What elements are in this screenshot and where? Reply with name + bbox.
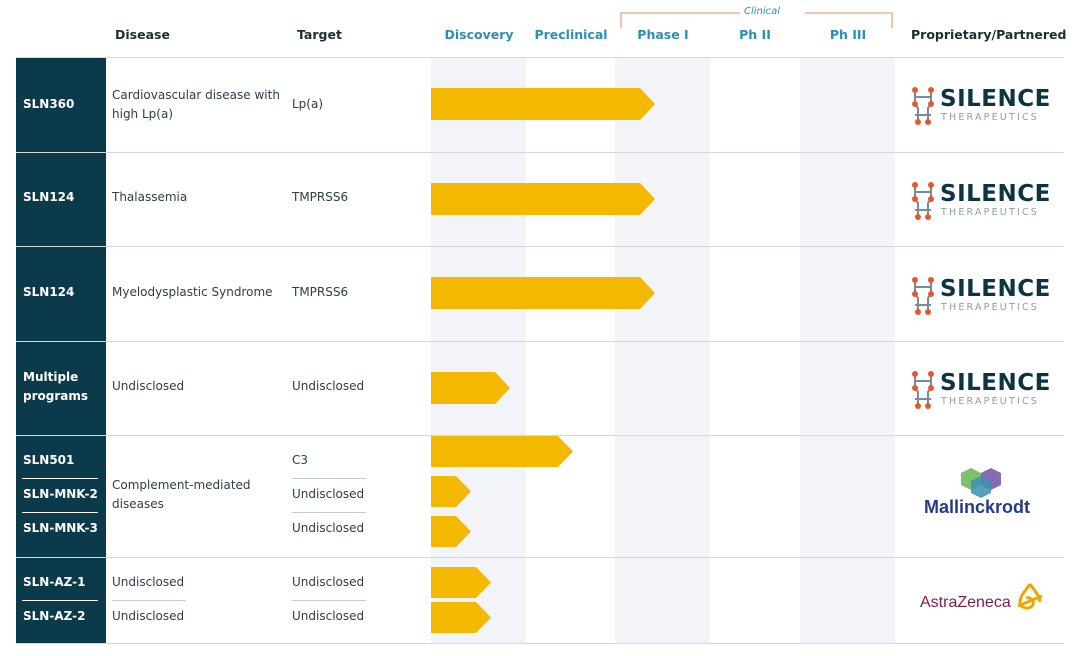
silence-logo-word: SILENCE (940, 86, 1051, 112)
disease-divider (112, 600, 186, 601)
silence-logo-sub: THERAPEUTICS (941, 207, 1040, 218)
silence-logo-sub: THERAPEUTICS (941, 302, 1040, 313)
progress-bar-discovery (431, 372, 510, 404)
header-phase1: Phase I (637, 27, 689, 42)
disease-text: Thalassemia (112, 190, 188, 204)
progress-bar-discovery (431, 436, 573, 467)
row-separator (16, 435, 1064, 436)
target-divider (292, 478, 366, 479)
row-separator (16, 643, 1064, 644)
code-divider (22, 512, 98, 513)
code-divider (22, 478, 98, 479)
target-text: Undisclosed (292, 609, 365, 623)
target-text: TMPRSS6 (292, 190, 349, 204)
code-divider (22, 600, 98, 601)
disease-text: Complement-mediated (112, 478, 251, 492)
row-separator (16, 152, 1064, 153)
target-text: TMPRSS6 (292, 285, 349, 299)
header-ph2: Ph II (739, 27, 771, 42)
disease-text: Undisclosed (112, 575, 185, 589)
silence-logo-word: SILENCE (940, 276, 1051, 302)
target-divider (292, 600, 366, 601)
silence-logo-sub: THERAPEUTICS (941, 396, 1040, 407)
silence-therapeutics-logo: SILENCE THERAPEUTICS (910, 86, 1060, 126)
target-text: Lp(a) (292, 97, 324, 111)
target-text: Undisclosed (292, 575, 365, 589)
program-code: SLN-AZ-1 (23, 575, 86, 589)
target-text: C3 (292, 453, 309, 467)
astrazeneca-logo-text: AstraZeneca (920, 594, 1011, 611)
header-target: Target (297, 27, 342, 42)
silence-mark-icon (912, 182, 934, 220)
header-preclinical: Preclinical (534, 27, 608, 42)
header-ph3: Ph III (829, 27, 867, 42)
program-code: SLN124 (23, 190, 75, 204)
target-text: Undisclosed (292, 521, 365, 535)
silence-therapeutics-logo: SILENCE THERAPEUTICS (910, 181, 1060, 221)
header-disease: Disease (115, 27, 170, 42)
progress-bar-phase1 (431, 183, 655, 215)
disease-text: high Lp(a) (112, 107, 173, 121)
disease-text: Undisclosed (112, 379, 185, 393)
disease-text: Undisclosed (112, 609, 185, 623)
program-code: SLN-MNK-3 (23, 521, 98, 535)
disease-text: diseases (112, 497, 164, 511)
program-code: programs (23, 389, 89, 403)
program-code: SLN360 (23, 97, 75, 111)
row-separator (16, 341, 1064, 342)
silence-logo-word: SILENCE (940, 370, 1051, 396)
disease-text: Cardiovascular disease with (112, 88, 280, 102)
target-text: Undisclosed (292, 379, 365, 393)
silence-mark-icon (912, 87, 934, 125)
row-separator (16, 246, 1064, 247)
silence-therapeutics-logo: SILENCE THERAPEUTICS (910, 370, 1060, 410)
progress-bar-phase1 (431, 88, 655, 120)
silence-mark-icon (912, 371, 934, 409)
mallinckrodt-logo-text: Mallinckrodt (924, 497, 1031, 517)
row-separator (16, 557, 1064, 558)
silence-mark-icon (912, 277, 934, 315)
program-code: SLN-MNK-2 (23, 487, 98, 501)
progress-bar-phase1 (431, 277, 655, 309)
silence-therapeutics-logo: SILENCE THERAPEUTICS (910, 276, 1060, 316)
disease-text: Myelodysplastic Syndrome (112, 285, 273, 299)
row-separator (16, 57, 1064, 58)
program-code: SLN124 (23, 285, 75, 299)
astrazeneca-mark-icon (1017, 583, 1043, 610)
program-code: SLN-AZ-2 (23, 609, 86, 623)
silence-logo-sub: THERAPEUTICS (941, 112, 1040, 123)
mallinckrodt-mark-icon (961, 468, 1001, 498)
silence-logo-word: SILENCE (940, 181, 1051, 207)
header-discovery: Discovery (444, 27, 514, 42)
program-code: Multiple (23, 370, 79, 384)
target-text: Undisclosed (292, 487, 365, 501)
clinical-label: Clinical (743, 6, 781, 17)
header-partner: Proprietary/Partnered (911, 27, 1067, 42)
target-divider (292, 512, 366, 513)
program-code: SLN501 (23, 453, 75, 467)
